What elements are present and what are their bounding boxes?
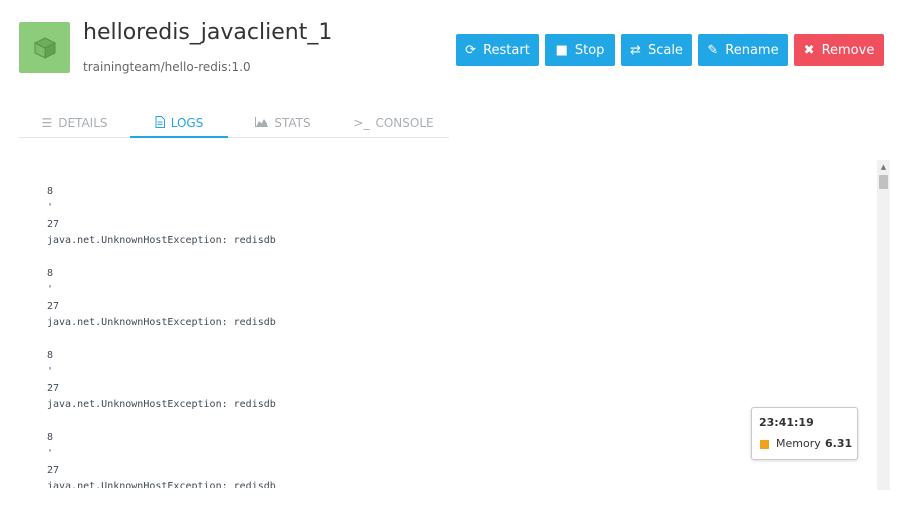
log-line: 8 xyxy=(47,267,54,279)
document-icon xyxy=(155,115,165,131)
scale-label: Scale xyxy=(647,42,683,58)
restart-button[interactable]: ⟳ Restart xyxy=(456,34,539,66)
container-detail-view: helloredis_javaclient_1 trainingteam/hel… xyxy=(0,0,912,510)
list-icon: ☰ xyxy=(41,116,53,130)
scroll-up-arrow-icon[interactable]: ▲ xyxy=(877,160,890,174)
tab-stats[interactable]: STATS xyxy=(228,110,338,136)
stats-tooltip: 23:41:19 Memory 6.31 xyxy=(751,407,858,460)
log-entry: 8 ' 27 java.net.UnknownHostException: re… xyxy=(47,430,847,488)
log-line: 27 xyxy=(47,464,60,476)
log-line: ' xyxy=(47,448,54,460)
log-line: java.net.UnknownHostException: redisdb xyxy=(47,235,276,247)
log-line: ' xyxy=(47,284,54,296)
log-scrollbar[interactable] xyxy=(877,160,890,490)
edit-icon: ✎ xyxy=(707,42,719,58)
stop-icon: ■ xyxy=(555,42,568,58)
close-icon: ✖ xyxy=(803,42,815,58)
log-line: ' xyxy=(47,202,54,214)
log-line: ' xyxy=(47,366,54,378)
remove-button[interactable]: ✖ Remove xyxy=(794,34,884,66)
tooltip-series-name: Memory xyxy=(776,437,821,450)
log-line: java.net.UnknownHostException: redisdb xyxy=(47,481,276,488)
log-line: java.net.UnknownHostException: redisdb xyxy=(47,317,276,329)
cube-icon xyxy=(33,36,56,59)
stop-button[interactable]: ■ Stop xyxy=(545,34,615,66)
log-line: 27 xyxy=(47,300,60,312)
restart-label: Restart xyxy=(483,42,530,58)
log-line: 27 xyxy=(47,218,60,230)
tab-logs[interactable]: LOGS xyxy=(130,110,228,138)
remove-label: Remove xyxy=(821,42,875,58)
scrollbar-thumb[interactable] xyxy=(879,175,888,189)
rename-button[interactable]: ✎ Rename xyxy=(698,34,788,66)
terminal-icon: >_ xyxy=(353,116,370,130)
log-line: 27 xyxy=(47,382,60,394)
log-line: 8 xyxy=(47,349,54,361)
tab-stats-label: STATS xyxy=(274,116,311,130)
tooltip-value: 6.31 xyxy=(825,437,853,450)
log-line: java.net.UnknownHostException: redisdb xyxy=(47,399,276,411)
log-entry: 8 ' 27 java.net.UnknownHostException: re… xyxy=(47,184,847,266)
tab-console[interactable]: >_ CONSOLE xyxy=(338,110,449,136)
log-line: 8 xyxy=(47,431,54,443)
rename-label: Rename xyxy=(725,42,779,58)
refresh-icon: ⟳ xyxy=(465,42,477,58)
area-chart-icon xyxy=(255,116,269,130)
memory-legend-swatch xyxy=(760,440,769,449)
tab-console-label: CONSOLE xyxy=(375,116,434,130)
log-output[interactable]: 8 ' 27 java.net.UnknownHostException: re… xyxy=(47,184,847,488)
tab-logs-label: LOGS xyxy=(170,116,204,130)
tooltip-time: 23:41:19 xyxy=(759,416,814,429)
stop-label: Stop xyxy=(574,42,605,58)
scale-button[interactable]: ⇄ Scale xyxy=(621,34,692,66)
container-image: trainingteam/hello-redis:1.0 xyxy=(83,60,251,74)
tab-details-label: DETAILS xyxy=(58,116,108,130)
tab-details[interactable]: ☰ DETAILS xyxy=(19,110,130,136)
log-line: 8 xyxy=(47,186,54,197)
container-name: helloredis_javaclient_1 xyxy=(83,20,333,45)
tab-bar: ☰ DETAILS LOGS STATS >_ CONSOLE xyxy=(19,107,449,138)
container-icon xyxy=(19,22,70,73)
exchange-icon: ⇄ xyxy=(630,42,641,58)
log-entry: 8 ' 27 java.net.UnknownHostException: re… xyxy=(47,348,847,430)
log-entry: 8 ' 27 java.net.UnknownHostException: re… xyxy=(47,266,847,348)
